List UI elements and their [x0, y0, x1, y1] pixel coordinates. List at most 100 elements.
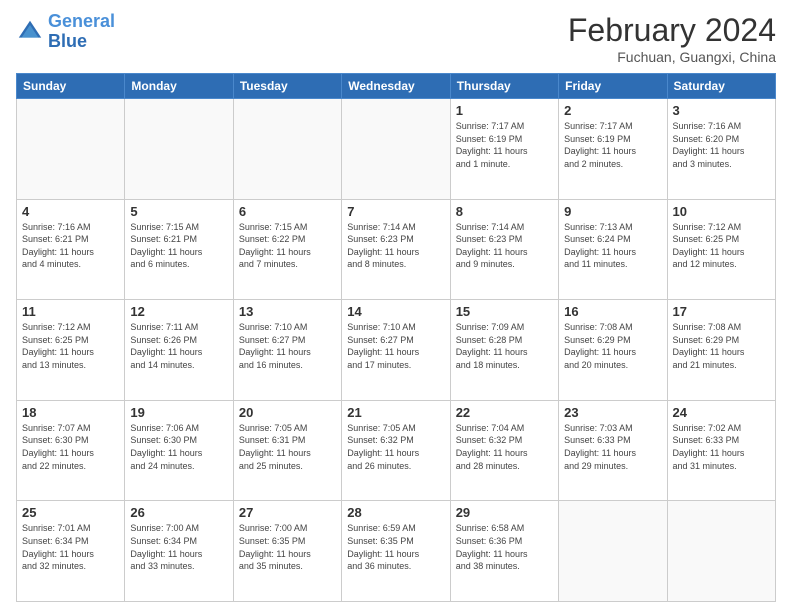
- calendar-week-row: 11 Sunrise: 7:12 AM Sunset: 6:25 PM Dayli…: [17, 300, 776, 401]
- day-info: Sunrise: 7:14 AM Sunset: 6:23 PM Dayligh…: [456, 221, 553, 271]
- calendar-cell: 11 Sunrise: 7:12 AM Sunset: 6:25 PM Dayli…: [17, 300, 125, 401]
- day-number: 5: [130, 204, 227, 219]
- day-info: Sunrise: 7:11 AM Sunset: 6:26 PM Dayligh…: [130, 321, 227, 371]
- day-header-tuesday: Tuesday: [233, 74, 341, 99]
- day-header-monday: Monday: [125, 74, 233, 99]
- day-number: 22: [456, 405, 553, 420]
- day-number: 17: [673, 304, 770, 319]
- day-number: 26: [130, 505, 227, 520]
- day-info: Sunrise: 7:12 AM Sunset: 6:25 PM Dayligh…: [673, 221, 770, 271]
- calendar-cell: [559, 501, 667, 602]
- day-number: 6: [239, 204, 336, 219]
- day-number: 4: [22, 204, 119, 219]
- day-number: 11: [22, 304, 119, 319]
- day-info: Sunrise: 6:59 AM Sunset: 6:35 PM Dayligh…: [347, 522, 444, 572]
- calendar-cell: 21 Sunrise: 7:05 AM Sunset: 6:32 PM Dayli…: [342, 400, 450, 501]
- calendar-cell: 20Sunrise: 7:05 AM Sunset: 6:31 PM Dayli…: [233, 400, 341, 501]
- logo-icon: [16, 18, 44, 46]
- day-info: Sunrise: 7:00 AM Sunset: 6:34 PM Dayligh…: [130, 522, 227, 572]
- day-header-wednesday: Wednesday: [342, 74, 450, 99]
- day-info: Sunrise: 7:01 AM Sunset: 6:34 PM Dayligh…: [22, 522, 119, 572]
- day-info: Sunrise: 7:10 AM Sunset: 6:27 PM Dayligh…: [347, 321, 444, 371]
- day-info: Sunrise: 7:05 AM Sunset: 6:32 PM Dayligh…: [347, 422, 444, 472]
- calendar-cell: 26 Sunrise: 7:00 AM Sunset: 6:34 PM Dayli…: [125, 501, 233, 602]
- day-number: 1: [456, 103, 553, 118]
- calendar-cell: 1 Sunrise: 7:17 AM Sunset: 6:19 PM Daylig…: [450, 99, 558, 200]
- page: General Blue February 2024 Fuchuan, Guan…: [0, 0, 792, 612]
- calendar-cell: 7Sunrise: 7:14 AM Sunset: 6:23 PM Daylig…: [342, 199, 450, 300]
- month-year: February 2024: [568, 12, 776, 49]
- calendar-cell: 10 Sunrise: 7:12 AM Sunset: 6:25 PM Dayli…: [667, 199, 775, 300]
- day-number: 15: [456, 304, 553, 319]
- calendar-cell: 4Sunrise: 7:16 AM Sunset: 6:21 PM Daylig…: [17, 199, 125, 300]
- day-number: 8: [456, 204, 553, 219]
- day-number: 19: [130, 405, 227, 420]
- calendar-cell: 22Sunrise: 7:04 AM Sunset: 6:32 PM Dayli…: [450, 400, 558, 501]
- day-number: 13: [239, 304, 336, 319]
- calendar-cell: 19 Sunrise: 7:06 AM Sunset: 6:30 PM Dayli…: [125, 400, 233, 501]
- day-number: 29: [456, 505, 553, 520]
- calendar-cell: 13 Sunrise: 7:10 AM Sunset: 6:27 PM Dayli…: [233, 300, 341, 401]
- day-info: Sunrise: 7:17 AM Sunset: 6:19 PM Dayligh…: [456, 120, 553, 170]
- calendar-cell: [342, 99, 450, 200]
- calendar-cell: 14 Sunrise: 7:10 AM Sunset: 6:27 PM Dayli…: [342, 300, 450, 401]
- day-number: 24: [673, 405, 770, 420]
- calendar-cell: 27Sunrise: 7:00 AM Sunset: 6:35 PM Dayli…: [233, 501, 341, 602]
- day-info: Sunrise: 7:15 AM Sunset: 6:21 PM Dayligh…: [130, 221, 227, 271]
- day-info: Sunrise: 7:07 AM Sunset: 6:30 PM Dayligh…: [22, 422, 119, 472]
- calendar-cell: 3 Sunrise: 7:16 AM Sunset: 6:20 PM Daylig…: [667, 99, 775, 200]
- calendar-header-row: SundayMondayTuesdayWednesdayThursdayFrid…: [17, 74, 776, 99]
- calendar-cell: 9Sunrise: 7:13 AM Sunset: 6:24 PM Daylig…: [559, 199, 667, 300]
- day-info: Sunrise: 7:16 AM Sunset: 6:20 PM Dayligh…: [673, 120, 770, 170]
- day-info: Sunrise: 7:15 AM Sunset: 6:22 PM Dayligh…: [239, 221, 336, 271]
- day-info: Sunrise: 7:09 AM Sunset: 6:28 PM Dayligh…: [456, 321, 553, 371]
- day-number: 12: [130, 304, 227, 319]
- calendar-week-row: 25 Sunrise: 7:01 AM Sunset: 6:34 PM Dayli…: [17, 501, 776, 602]
- day-number: 25: [22, 505, 119, 520]
- day-info: Sunrise: 7:06 AM Sunset: 6:30 PM Dayligh…: [130, 422, 227, 472]
- calendar-cell: 17 Sunrise: 7:08 AM Sunset: 6:29 PM Dayli…: [667, 300, 775, 401]
- day-header-sunday: Sunday: [17, 74, 125, 99]
- day-info: Sunrise: 7:03 AM Sunset: 6:33 PM Dayligh…: [564, 422, 661, 472]
- day-number: 14: [347, 304, 444, 319]
- day-info: Sunrise: 7:02 AM Sunset: 6:33 PM Dayligh…: [673, 422, 770, 472]
- logo-line1: General: [48, 11, 115, 31]
- day-header-saturday: Saturday: [667, 74, 775, 99]
- day-info: Sunrise: 6:58 AM Sunset: 6:36 PM Dayligh…: [456, 522, 553, 572]
- calendar-cell: 23 Sunrise: 7:03 AM Sunset: 6:33 PM Dayli…: [559, 400, 667, 501]
- day-info: Sunrise: 7:05 AM Sunset: 6:31 PM Dayligh…: [239, 422, 336, 472]
- day-info: Sunrise: 7:08 AM Sunset: 6:29 PM Dayligh…: [673, 321, 770, 371]
- calendar-week-row: 18 Sunrise: 7:07 AM Sunset: 6:30 PM Dayli…: [17, 400, 776, 501]
- day-number: 7: [347, 204, 444, 219]
- day-number: 28: [347, 505, 444, 520]
- day-number: 18: [22, 405, 119, 420]
- day-number: 2: [564, 103, 661, 118]
- day-number: 3: [673, 103, 770, 118]
- day-info: Sunrise: 7:12 AM Sunset: 6:25 PM Dayligh…: [22, 321, 119, 371]
- day-number: 16: [564, 304, 661, 319]
- calendar-cell: 8 Sunrise: 7:14 AM Sunset: 6:23 PM Daylig…: [450, 199, 558, 300]
- day-number: 21: [347, 405, 444, 420]
- location: Fuchuan, Guangxi, China: [568, 49, 776, 65]
- calendar-cell: [17, 99, 125, 200]
- calendar-cell: 15 Sunrise: 7:09 AM Sunset: 6:28 PM Dayli…: [450, 300, 558, 401]
- calendar-cell: [667, 501, 775, 602]
- day-number: 10: [673, 204, 770, 219]
- calendar-cell: 24 Sunrise: 7:02 AM Sunset: 6:33 PM Dayli…: [667, 400, 775, 501]
- logo: General Blue: [16, 12, 115, 52]
- logo-line2: Blue: [48, 31, 87, 51]
- day-info: Sunrise: 7:10 AM Sunset: 6:27 PM Dayligh…: [239, 321, 336, 371]
- calendar-cell: 29 Sunrise: 6:58 AM Sunset: 6:36 PM Dayli…: [450, 501, 558, 602]
- calendar-cell: 6 Sunrise: 7:15 AM Sunset: 6:22 PM Daylig…: [233, 199, 341, 300]
- day-info: Sunrise: 7:00 AM Sunset: 6:35 PM Dayligh…: [239, 522, 336, 572]
- calendar-cell: 16 Sunrise: 7:08 AM Sunset: 6:29 PM Dayli…: [559, 300, 667, 401]
- calendar-cell: 12 Sunrise: 7:11 AM Sunset: 6:26 PM Dayli…: [125, 300, 233, 401]
- calendar-cell: 5 Sunrise: 7:15 AM Sunset: 6:21 PM Daylig…: [125, 199, 233, 300]
- title-block: February 2024 Fuchuan, Guangxi, China: [568, 12, 776, 65]
- day-info: Sunrise: 7:08 AM Sunset: 6:29 PM Dayligh…: [564, 321, 661, 371]
- day-header-thursday: Thursday: [450, 74, 558, 99]
- calendar-table: SundayMondayTuesdayWednesdayThursdayFrid…: [16, 73, 776, 602]
- day-number: 23: [564, 405, 661, 420]
- calendar-cell: 18 Sunrise: 7:07 AM Sunset: 6:30 PM Dayli…: [17, 400, 125, 501]
- day-header-friday: Friday: [559, 74, 667, 99]
